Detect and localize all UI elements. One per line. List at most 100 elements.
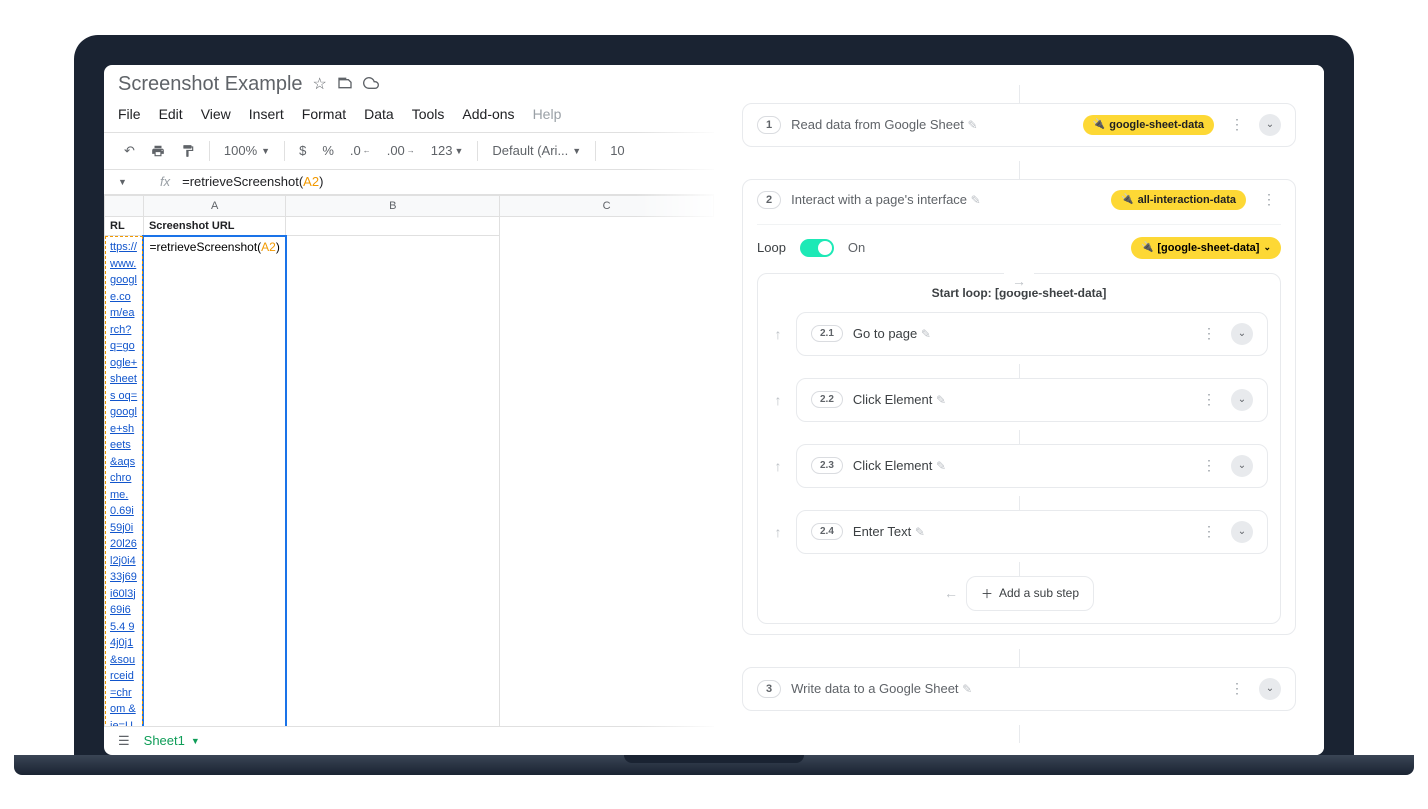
cell-a1[interactable]: RL bbox=[105, 216, 144, 236]
toolbar: ↶ 100% ▼ $ % .0← .00→ 123 ▼ Default (Ari… bbox=[104, 132, 714, 170]
cell-c1[interactable] bbox=[286, 216, 500, 236]
step-title: Read data from Google Sheet ✎ bbox=[791, 117, 1073, 132]
spreadsheet-grid[interactable]: A B C RL Screenshot URL ttps://www.googl… bbox=[104, 195, 714, 726]
toggle-state: On bbox=[848, 240, 865, 255]
sub-step-card[interactable]: 2.1 Go to page ✎ ⋮ ⌄ bbox=[796, 312, 1268, 356]
chevron-down-icon[interactable]: ⌄ bbox=[1259, 678, 1281, 700]
formula-bar: ▼ fx =retrieveScreenshot(A2) bbox=[104, 170, 714, 195]
google-sheets-panel: Screenshot Example ☆ File Edit View Inse… bbox=[104, 65, 714, 755]
sub-step-card[interactable]: 2.3 Click Element ✎ ⋮ ⌄ bbox=[796, 444, 1268, 488]
doc-title[interactable]: Screenshot Example bbox=[118, 73, 303, 96]
number-format-btn[interactable]: 123 ▼ bbox=[425, 139, 470, 162]
cell-c2[interactable] bbox=[286, 236, 500, 726]
cell-ref-dropdown[interactable]: ▼ bbox=[118, 177, 148, 187]
step-num: 2 bbox=[757, 191, 781, 209]
data-pill[interactable]: 🔌google-sheet-data bbox=[1083, 115, 1214, 135]
edit-icon[interactable]: ✎ bbox=[971, 193, 981, 207]
arrow-up-icon: ↑ bbox=[770, 392, 786, 408]
font-select[interactable]: Default (Ari... ▼ bbox=[486, 141, 587, 160]
step-num: 3 bbox=[757, 680, 781, 698]
step-card-1[interactable]: 1 Read data from Google Sheet ✎ 🔌google-… bbox=[742, 103, 1296, 147]
edit-icon[interactable]: ✎ bbox=[967, 118, 977, 132]
data-pill[interactable]: 🔌all-interaction-data bbox=[1111, 190, 1246, 210]
print-icon[interactable] bbox=[145, 140, 171, 162]
kebab-icon[interactable]: ⋮ bbox=[1196, 391, 1221, 408]
corner-cell[interactable] bbox=[105, 195, 144, 216]
chevron-down-icon[interactable]: ⌄ bbox=[1231, 521, 1253, 543]
menu-help[interactable]: Help bbox=[533, 106, 562, 122]
sheet-tab[interactable]: Sheet1 ▼ bbox=[144, 733, 200, 748]
kebab-icon[interactable]: ⋮ bbox=[1196, 523, 1221, 540]
arrow-right-icon: → bbox=[1012, 273, 1026, 289]
sub-num: 2.2 bbox=[811, 391, 843, 408]
fx-icon: fx bbox=[160, 174, 170, 189]
step-title: Interact with a page's interface ✎ bbox=[791, 192, 1101, 207]
edit-icon[interactable]: ✎ bbox=[915, 525, 925, 539]
sub-title: Click Element ✎ bbox=[853, 458, 1186, 473]
kebab-icon[interactable]: ⋮ bbox=[1196, 457, 1221, 474]
chevron-down-icon[interactable]: ⌄ bbox=[1231, 323, 1253, 345]
star-icon[interactable]: ☆ bbox=[313, 74, 327, 94]
kebab-icon[interactable]: ⋮ bbox=[1224, 680, 1249, 697]
menu-tools[interactable]: Tools bbox=[412, 106, 445, 122]
cell-b1[interactable]: Screenshot URL bbox=[143, 216, 285, 236]
sub-num: 2.4 bbox=[811, 523, 843, 540]
percent-btn[interactable]: % bbox=[316, 139, 340, 162]
col-header-b[interactable]: B bbox=[286, 195, 500, 216]
sub-title: Click Element ✎ bbox=[853, 392, 1186, 407]
all-sheets-icon[interactable]: ☰ bbox=[118, 733, 130, 749]
menu-view[interactable]: View bbox=[201, 106, 231, 122]
col-header-c[interactable]: C bbox=[500, 195, 714, 216]
cloud-icon[interactable] bbox=[363, 74, 379, 94]
arrow-up-icon: ↑ bbox=[770, 524, 786, 540]
chevron-down-icon[interactable]: ⌄ bbox=[1259, 114, 1281, 136]
move-icon[interactable] bbox=[337, 74, 353, 94]
arrow-left-icon: ← bbox=[944, 585, 958, 601]
screen: Screenshot Example ☆ File Edit View Inse… bbox=[104, 65, 1324, 755]
menu-insert[interactable]: Insert bbox=[249, 106, 284, 122]
chevron-down-icon[interactable]: ⌄ bbox=[1231, 455, 1253, 477]
plug-icon: 🔌 bbox=[1141, 242, 1153, 253]
sheets-footer: ☰ Sheet1 ▼ bbox=[104, 726, 714, 755]
col-header-a[interactable]: A bbox=[143, 195, 285, 216]
cell-b2[interactable]: =retrieveScreenshot(A2) bbox=[143, 236, 285, 726]
dec-inc-btn[interactable]: .00→ bbox=[381, 139, 421, 162]
laptop-frame: Screenshot Example ☆ File Edit View Inse… bbox=[74, 35, 1354, 755]
kebab-icon[interactable]: ⋮ bbox=[1256, 191, 1281, 208]
zoom-select[interactable]: 100% ▼ bbox=[218, 141, 276, 160]
kebab-icon[interactable]: ⋮ bbox=[1224, 116, 1249, 133]
dec-dec-btn[interactable]: .0← bbox=[344, 139, 377, 162]
loop-data-pill[interactable]: 🔌[google-sheet-data] ⌄ bbox=[1131, 237, 1281, 259]
formula-input[interactable]: =retrieveScreenshot(A2) bbox=[182, 174, 323, 190]
sub-step-card[interactable]: 2.2 Click Element ✎ ⋮ ⌄ bbox=[796, 378, 1268, 422]
undo-icon[interactable]: ↶ bbox=[118, 139, 141, 163]
menu-format[interactable]: Format bbox=[302, 106, 346, 122]
chevron-down-icon[interactable]: ⌄ bbox=[1231, 389, 1253, 411]
step-card-2[interactable]: 2 Interact with a page's interface ✎ 🔌al… bbox=[742, 179, 1296, 635]
cell-a2[interactable]: ttps://www.google.com/earch?q=google+she… bbox=[105, 236, 144, 726]
menu-file[interactable]: File bbox=[118, 106, 141, 122]
currency-btn[interactable]: $ bbox=[293, 139, 312, 162]
loop-label: Loop bbox=[757, 240, 786, 255]
arrow-up-icon: ↑ bbox=[770, 458, 786, 474]
plug-icon: 🔌 bbox=[1093, 119, 1105, 130]
sub-step-card[interactable]: 2.4 Enter Text ✎ ⋮ ⌄ bbox=[796, 510, 1268, 554]
menu-addons[interactable]: Add-ons bbox=[462, 106, 514, 122]
menu-data[interactable]: Data bbox=[364, 106, 394, 122]
edit-icon[interactable]: ✎ bbox=[936, 393, 946, 407]
edit-icon[interactable]: ✎ bbox=[962, 682, 972, 696]
plug-icon: 🔌 bbox=[1121, 194, 1133, 205]
edit-icon[interactable]: ✎ bbox=[921, 327, 931, 341]
workflow-panel: 1 Read data from Google Sheet ✎ 🔌google-… bbox=[714, 65, 1324, 755]
paint-icon[interactable] bbox=[175, 140, 201, 162]
menu-bar: File Edit View Insert Format Data Tools … bbox=[118, 102, 700, 132]
step-card-3[interactable]: 3 Write data to a Google Sheet ✎ ⋮ ⌄ bbox=[742, 667, 1296, 711]
menu-edit[interactable]: Edit bbox=[159, 106, 183, 122]
sub-num: 2.1 bbox=[811, 325, 843, 342]
add-sub-step-button[interactable]: ＋Add a sub step bbox=[966, 576, 1094, 611]
loop-toggle[interactable] bbox=[800, 239, 834, 257]
kebab-icon[interactable]: ⋮ bbox=[1196, 325, 1221, 342]
edit-icon[interactable]: ✎ bbox=[936, 459, 946, 473]
font-size[interactable]: 10 bbox=[604, 139, 630, 162]
step-title: Write data to a Google Sheet ✎ bbox=[791, 681, 1214, 696]
